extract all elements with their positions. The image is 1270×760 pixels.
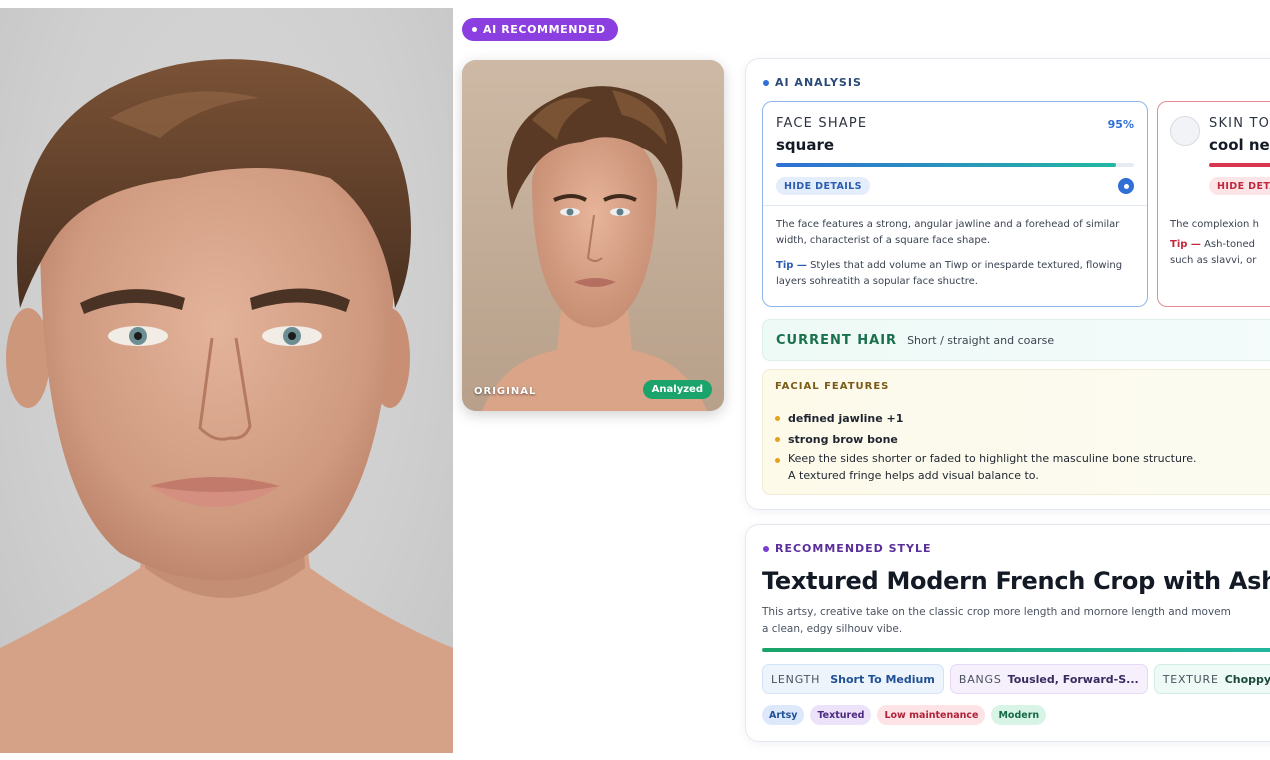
face-shape-description: The face features a strong, angular jawl… <box>776 219 1120 246</box>
facial-features-list: defined jawline +1 strong brow bone Keep… <box>775 408 1197 484</box>
attribute-value: Tousled, Forward-S... <box>1007 672 1139 686</box>
ai-analysis-heading: AI ANALYSIS <box>763 76 862 89</box>
face-shape-value: square <box>776 136 835 154</box>
tag-modern[interactable]: Modern <box>991 705 1047 725</box>
face-shape-confidence: 95% <box>1107 118 1134 131</box>
recommended-style-panel: RECOMMENDED STYLE Textured Modern French… <box>745 524 1270 742</box>
attribute-value: Choppy <box>1224 672 1270 686</box>
face-shape-tip-text: Styles that add volume an Tiwp or inespa… <box>776 260 1123 287</box>
face-shape-label: FACE SHAPE <box>776 116 868 131</box>
heading-dot-icon <box>763 79 769 86</box>
tag-textured[interactable]: Textured <box>810 705 872 725</box>
style-match-bar <box>762 648 1270 652</box>
ai-recommended-badge: AI RECOMMENDED <box>462 18 618 41</box>
style-attributes: LENGTH Short To Medium BANGS Tousled, Fo… <box>762 664 1270 694</box>
face-shape-tip: Tip — Styles that add volume an Tiwp or … <box>776 258 1136 290</box>
style-description-line-2: a clean, edgy silhouv vibe. <box>762 623 903 635</box>
recommended-style-title: RECOMMENDED STYLE <box>775 542 932 555</box>
list-item: strong brow bone <box>775 429 1197 450</box>
photo-original-label: ORIGINAL <box>474 386 537 397</box>
facial-features-note: Keep the sides shorter or faded to highl… <box>775 450 1197 484</box>
ai-recommended-label: AI RECOMMENDED <box>483 23 606 36</box>
heading-dot-icon <box>763 545 769 552</box>
facial-features-box: FACIAL FEATURES defined jawline +1 stron… <box>762 369 1270 495</box>
ai-analysis-panel: AI ANALYSIS FACE SHAPE 95% square HIDE D… <box>745 58 1270 510</box>
face-shape-tip-prefix: Tip — <box>776 260 807 271</box>
attribute-value: Short To Medium <box>830 672 935 686</box>
attribute-texture-chip[interactable]: TEXTURE Choppy <box>1153 664 1270 694</box>
skin-tone-bar <box>1209 163 1270 167</box>
current-hair-value: Short / straight and coarse <box>907 333 1055 347</box>
face-shape-card: FACE SHAPE 95% square HIDE DETAILS The f… <box>762 101 1148 307</box>
list-item: defined jawline +1 <box>775 408 1197 429</box>
portrait-image-large <box>0 8 453 753</box>
attribute-length-chip[interactable]: LENGTH Short To Medium <box>762 664 944 694</box>
skin-tone-label: SKIN TO <box>1209 116 1270 131</box>
skin-tone-tip-prefix: Tip — <box>1170 239 1201 250</box>
original-photo-card[interactable]: ORIGINAL Analyzed <box>462 60 724 411</box>
skin-tone-hide-details-button[interactable]: HIDE DETA <box>1209 177 1270 195</box>
skin-tone-value: cool neu <box>1209 136 1270 154</box>
ai-analysis-title: AI ANALYSIS <box>775 76 862 89</box>
face-shape-hide-details-button[interactable]: HIDE DETAILS <box>776 177 870 195</box>
facial-note-line-2: A textured fringe helps add visual balan… <box>788 469 1039 482</box>
skin-tone-tip: Tip — Ash-toned such as slavvi, or <box>1170 237 1270 269</box>
analyzed-status-badge: Analyzed <box>642 380 712 399</box>
style-description-line-1: This artsy, creative take on the classic… <box>762 606 1231 618</box>
skin-tone-tip-text: Ash-toned <box>1200 239 1255 250</box>
current-hair-label: CURRENT HAIR <box>776 332 898 348</box>
style-name: Textured Modern French Crop with Ash-Ton <box>762 567 1270 595</box>
recommended-style-heading: RECOMMENDED STYLE <box>763 542 932 555</box>
skin-tone-swatch <box>1170 116 1200 146</box>
face-shape-confidence-fill <box>776 163 1117 167</box>
style-tags: Artsy Textured Low maintenance Modern <box>762 705 1047 725</box>
attribute-key: TEXTURE <box>1162 672 1219 686</box>
original-photo-image <box>462 60 724 411</box>
face-shape-confidence-bar <box>776 163 1134 167</box>
app-root: AI RECOMMENDED ORIGINAL Analyzed AI ANAL… <box>0 0 1270 760</box>
radio-indicator-icon[interactable] <box>1118 178 1134 194</box>
badge-dot-icon <box>472 27 477 32</box>
attribute-bangs-chip[interactable]: BANGS Tousled, Forward-S... <box>949 664 1148 694</box>
current-hair-row: CURRENT HAIR Short / straight and coarse <box>762 319 1270 361</box>
skin-tone-tip-text-2: such as slavvi, or <box>1170 255 1257 266</box>
card-divider <box>763 205 1147 206</box>
skin-tone-description: The complexion h <box>1170 219 1259 230</box>
tag-artsy[interactable]: Artsy <box>762 705 805 725</box>
facial-features-label: FACIAL FEATURES <box>775 381 890 392</box>
facial-note-line-1: Keep the sides shorter or faded to highl… <box>788 452 1197 465</box>
attribute-key: LENGTH <box>771 672 821 686</box>
tag-low-maintenance[interactable]: Low maintenance <box>877 705 986 725</box>
skin-tone-card: SKIN TO cool neu HIDE DETA The complexio… <box>1157 101 1270 307</box>
style-description: This artsy, creative take on the classic… <box>762 604 1270 638</box>
attribute-key: BANGS <box>958 672 1002 686</box>
